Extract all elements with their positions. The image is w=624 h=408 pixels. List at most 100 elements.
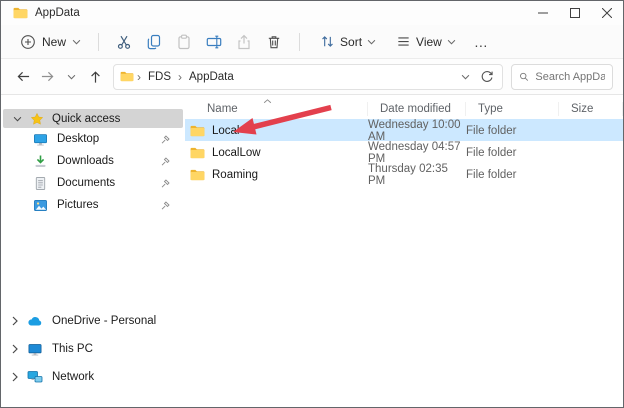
file-row-roaming[interactable]: Roaming Thursday 02:35 PM File folder [185,163,623,185]
pictures-icon [33,198,48,213]
refresh-icon[interactable] [480,70,494,84]
sort-button[interactable]: Sort [314,30,382,53]
title-bar: AppData [1,1,623,25]
view-list-icon [396,34,411,49]
delete-button[interactable] [260,29,288,55]
column-headers: Name Date modified Type Size [185,99,624,119]
up-button[interactable] [83,65,107,89]
breadcrumb-separator: › [134,70,144,84]
star-icon [30,112,44,126]
search-placeholder: Search AppData [535,71,605,83]
column-header-size[interactable]: Size [559,102,623,116]
sort-button-label: Sort [340,35,362,49]
column-header-type[interactable]: Type [466,102,559,116]
new-button-label: New [42,35,66,49]
scissors-icon [116,34,132,50]
breadcrumb-separator: › [175,70,185,84]
file-explorer-window: AppData New [0,0,624,408]
sidebar-item-documents[interactable]: Documents [1,172,185,194]
sidebar-item-label: OneDrive - Personal [52,315,156,327]
close-button[interactable] [591,1,623,25]
cut-button[interactable] [110,29,138,55]
breadcrumb-item-appdata[interactable]: AppData [185,69,238,85]
folder-icon [13,7,28,19]
view-button-label: View [416,35,442,49]
share-button[interactable] [230,29,258,55]
recent-locations-button[interactable] [59,65,83,89]
sidebar-item-network[interactable]: Network [1,363,185,391]
sidebar-item-downloads[interactable]: Downloads [1,150,185,172]
folder-icon [190,147,205,159]
folder-icon [190,125,205,137]
file-name: Roaming [212,169,258,181]
sidebar-item-label: Documents [57,177,115,189]
column-header-date-modified[interactable]: Date modified [368,102,466,116]
sidebar-item-onedrive[interactable]: OneDrive - Personal [1,307,185,335]
new-button[interactable]: New [13,30,88,54]
file-type: File folder [466,125,559,137]
paste-button[interactable] [170,29,198,55]
file-row-local[interactable]: Local Wednesday 10:00 AM File folder [185,119,623,141]
file-row-locallow[interactable]: LocalLow Wednesday 04:57 PM File folder [185,141,623,163]
address-dropdown-icon[interactable] [461,74,470,80]
command-bar: New Sort View [1,25,623,59]
sidebar-item-this-pc[interactable]: This PC [1,335,185,363]
pin-icon [160,134,171,145]
maximize-button[interactable] [559,1,591,25]
window-title: AppData [35,7,80,19]
chevron-right-icon[interactable] [11,372,19,382]
view-button[interactable]: View [390,30,462,53]
rename-button[interactable] [200,29,228,55]
copy-button[interactable] [140,29,168,55]
network-icon [27,370,43,384]
back-button[interactable] [11,65,35,89]
chevron-down-icon [72,39,81,45]
sidebar-item-label: Pictures [57,199,99,211]
copy-icon [146,34,162,50]
onedrive-cloud-icon [27,315,43,327]
folder-icon [190,169,205,181]
sidebar-item-label: Desktop [57,133,99,145]
file-date-modified: Thursday 02:35 PM [368,163,466,187]
sidebar-item-label: Quick access [52,113,120,125]
folder-icon [120,71,134,82]
share-icon [236,34,252,50]
sidebar-item-desktop[interactable]: Desktop [1,128,185,150]
chevron-down-icon [367,39,376,45]
desktop-icon [33,132,48,147]
pin-icon [160,178,171,189]
file-date-modified: Wednesday 04:57 PM [368,141,466,165]
chevron-down-icon[interactable] [13,116,22,122]
sort-ascending-icon [263,99,272,104]
chevron-right-icon[interactable] [11,344,19,354]
sidebar-spacer [1,216,185,307]
navigation-pane: Quick access Desktop Downloads Documents [1,95,185,407]
file-type: File folder [466,169,559,181]
computer-icon [27,342,43,357]
search-icon [519,71,529,83]
sidebar-item-label: This PC [52,343,93,355]
document-icon [33,176,48,191]
sidebar-item-pictures[interactable]: Pictures [1,194,185,216]
file-name: LocalLow [212,147,261,159]
address-bar: › FDS › AppData Search AppData [1,59,623,95]
minimize-button[interactable] [527,1,559,25]
breadcrumb[interactable]: › FDS › AppData [113,64,503,90]
more-options-button[interactable]: … [466,34,497,50]
file-name: Local [212,125,240,137]
pin-icon [160,200,171,211]
rename-icon [206,34,222,50]
forward-button[interactable] [35,65,59,89]
breadcrumb-item-fds[interactable]: FDS [144,69,175,85]
column-header-name[interactable]: Name [185,102,368,116]
file-date-modified: Wednesday 10:00 AM [368,119,466,143]
toolbar-divider [299,33,300,51]
sort-arrows-icon [320,34,335,49]
file-type: File folder [466,147,559,159]
pin-icon [160,156,171,167]
chevron-right-icon[interactable] [11,316,19,326]
search-input[interactable]: Search AppData [511,64,613,90]
sidebar-item-quick-access[interactable]: Quick access [3,109,183,128]
sidebar-item-label: Network [52,371,94,383]
sidebar-item-label: Downloads [57,155,114,167]
